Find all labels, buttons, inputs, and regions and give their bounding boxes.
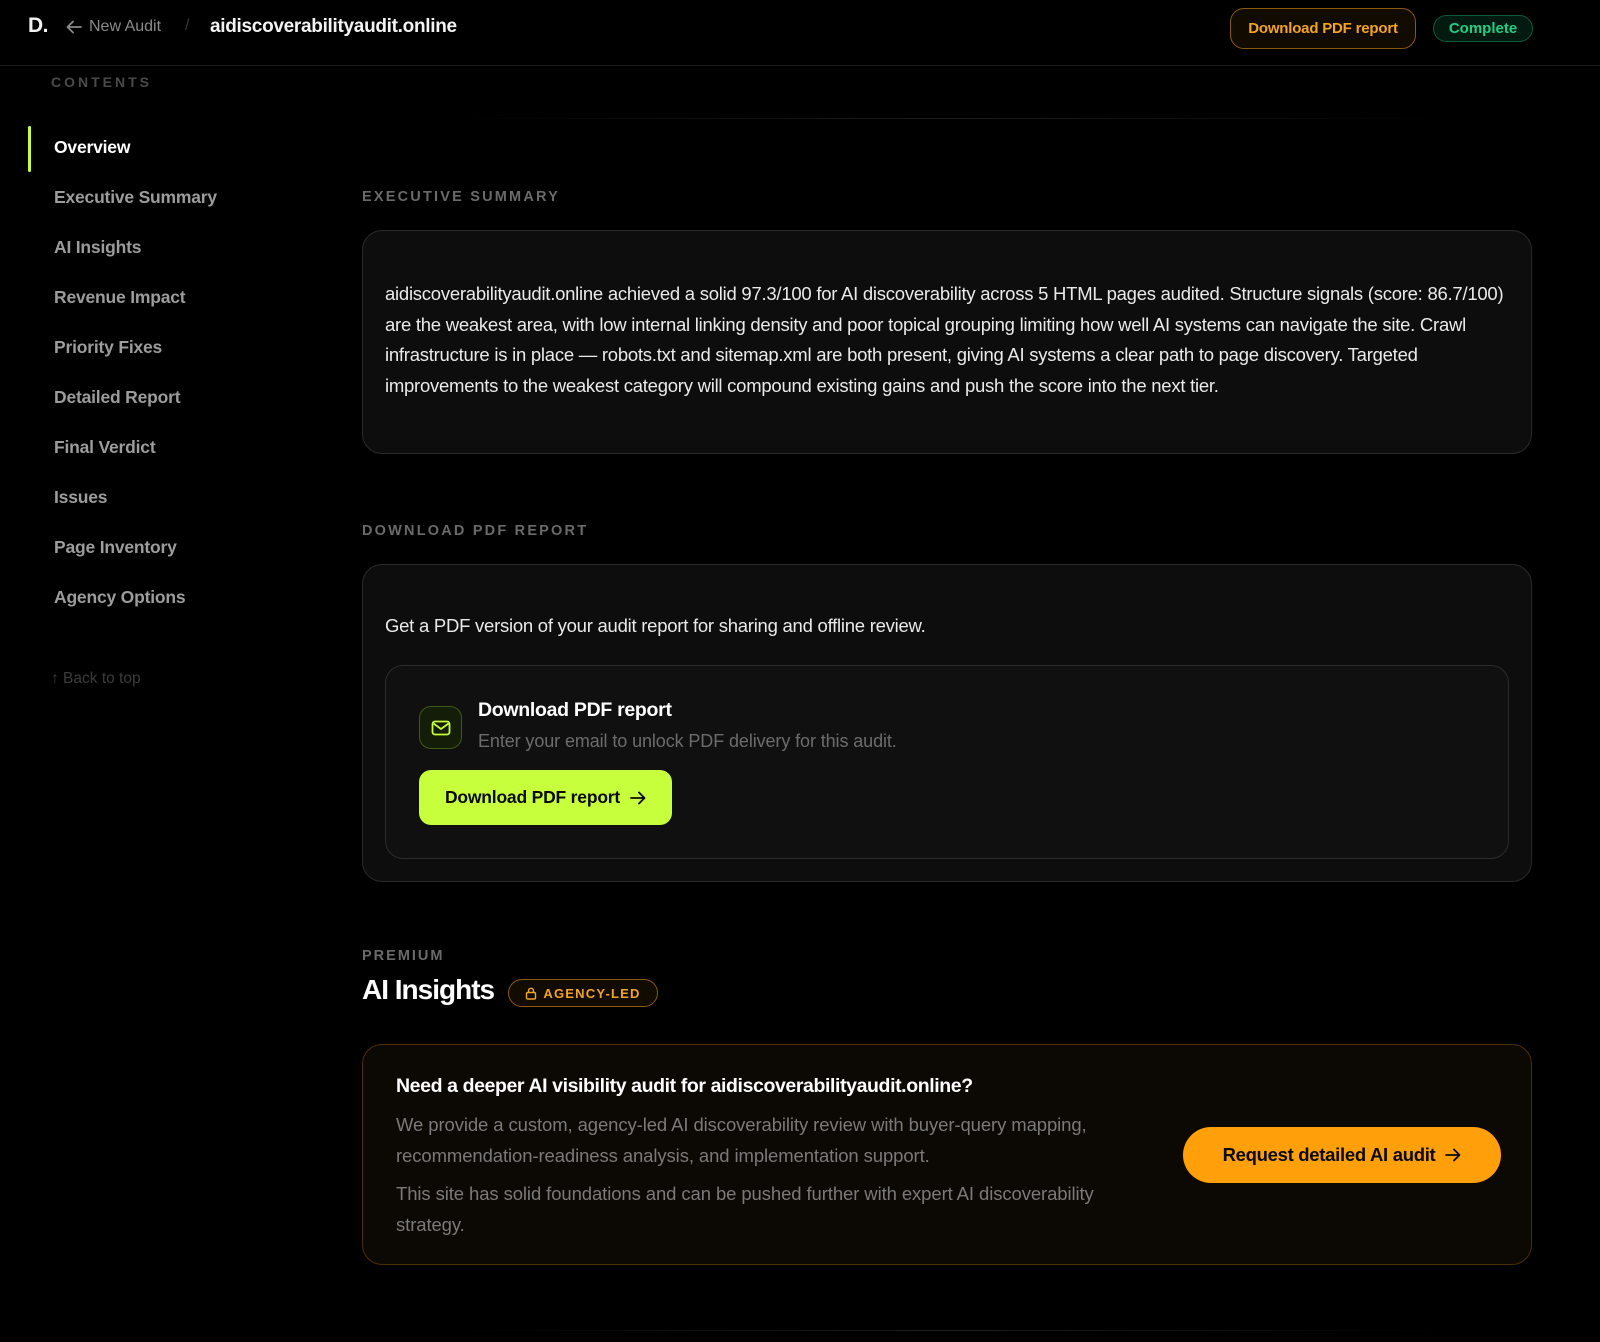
arrow-left-icon: [66, 20, 82, 34]
sidebar-item-issues[interactable]: Issues: [28, 472, 288, 522]
premium-label: PREMIUM: [362, 948, 445, 964]
divider: [450, 1330, 1450, 1331]
executive-summary-label: EXECUTIVE SUMMARY: [362, 189, 560, 205]
pdf-card-title: Download PDF report: [478, 699, 672, 721]
sidebar-item-priority-fixes[interactable]: Priority Fixes: [28, 322, 288, 372]
deeper-audit-card: Need a deeper AI visibility audit for ai…: [362, 1044, 1532, 1265]
top-bar: D. New Audit / aidiscoverabilityaudit.on…: [0, 0, 1600, 66]
download-pdf-button-label: Download PDF report: [444, 787, 621, 807]
divider: [450, 118, 1450, 119]
cta-body: We provide a custom, agency-led AI disco…: [396, 1114, 1087, 1166]
breadcrumb-separator: /: [185, 17, 190, 34]
executive-summary-text: aidiscoverabilityaudit.online achieved a…: [385, 283, 1504, 396]
back-to-top-link[interactable]: ↑ Back to top: [51, 670, 141, 688]
contents-heading: CONTENTS: [51, 74, 152, 90]
cta-body-secondary: This site has solid foundations and can …: [396, 1183, 1094, 1235]
pdf-intro-text: Get a PDF version of your audit report f…: [385, 615, 926, 636]
request-ai-audit-button-label: Request detailed AI audit: [1222, 1144, 1436, 1165]
sidebar-item-overview[interactable]: Overview: [28, 122, 288, 172]
pdf-card-subtitle: Enter your email to unlock PDF delivery …: [478, 731, 897, 751]
sidebar-item-final-verdict[interactable]: Final Verdict: [28, 422, 288, 472]
back-to-new-audit-link[interactable]: New Audit: [66, 18, 161, 36]
agency-led-badge: AGENCY-LED: [508, 979, 658, 1007]
arrow-right-icon: [1445, 1148, 1461, 1162]
sidebar-item-executive-summary[interactable]: Executive Summary: [28, 172, 288, 222]
sidebar-item-page-inventory[interactable]: Page Inventory: [28, 522, 288, 572]
sidebar-item-agency-options[interactable]: Agency Options: [28, 572, 288, 622]
mail-icon: [419, 706, 462, 749]
agency-led-badge-label: AGENCY-LED: [543, 985, 641, 1001]
arrow-right-icon: [630, 791, 646, 804]
lock-icon: [526, 987, 537, 1000]
page-title: aidiscoverabilityaudit.online: [210, 16, 457, 37]
download-pdf-label: DOWNLOAD PDF REPORT: [362, 523, 589, 539]
logo[interactable]: D.: [28, 14, 49, 38]
download-pdf-button[interactable]: Download PDF report: [419, 770, 672, 825]
executive-summary-card: aidiscoverabilityaudit.online achieved a…: [362, 230, 1532, 454]
sidebar-item-detailed-report[interactable]: Detailed Report: [28, 372, 288, 422]
status-badge: Complete: [1433, 15, 1533, 42]
back-link-label: New Audit: [89, 18, 162, 35]
sidebar-item-revenue-impact[interactable]: Revenue Impact: [28, 272, 288, 322]
pdf-delivery-card: Download PDF report Enter your email to …: [385, 665, 1509, 859]
request-ai-audit-button[interactable]: Request detailed AI audit: [1183, 1127, 1501, 1183]
cta-title: Need a deeper AI visibility audit for ai…: [396, 1075, 973, 1097]
sidebar-nav: Overview Executive Summary AI Insights R…: [28, 122, 288, 622]
header-download-pdf-button[interactable]: Download PDF report: [1230, 8, 1416, 49]
ai-insights-heading: AI Insights: [362, 974, 495, 1005]
sidebar-item-ai-insights[interactable]: AI Insights: [28, 222, 288, 272]
download-pdf-card: Get a PDF version of your audit report f…: [362, 564, 1532, 882]
